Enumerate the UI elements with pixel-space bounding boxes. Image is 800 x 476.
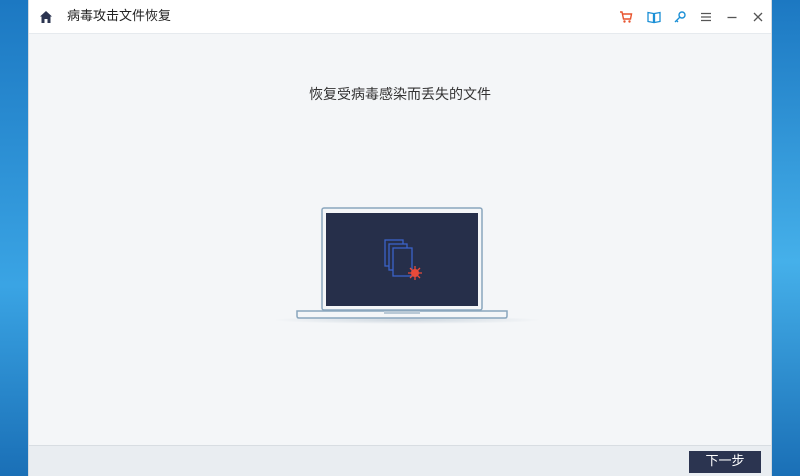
app-title: 病毒攻击文件恢复 [67, 9, 172, 24]
page-heading: 恢复受病毒感染而丢失的文件 [309, 87, 491, 103]
laptop-illustration [272, 207, 542, 324]
cart-icon[interactable] [619, 10, 633, 24]
virus-icon [408, 266, 422, 280]
book-icon[interactable] [647, 10, 661, 24]
desktop-background-left [0, 0, 28, 476]
key-icon[interactable] [673, 10, 687, 24]
close-icon[interactable] [751, 10, 765, 24]
footer-bar: 下一步 [29, 445, 771, 476]
title-bar: 病毒攻击文件恢复 [29, 0, 771, 34]
main-content: 恢复受病毒感染而丢失的文件 [43, 44, 757, 400]
app-window: 病毒攻击文件恢复 恢复受病毒感染而丢失的文件 下一步 [28, 0, 772, 476]
minimize-icon[interactable] [725, 10, 739, 24]
desktop-background-right [772, 0, 800, 476]
next-button[interactable]: 下一步 [689, 451, 761, 473]
home-icon[interactable] [39, 10, 53, 24]
menu-icon[interactable] [699, 10, 713, 24]
